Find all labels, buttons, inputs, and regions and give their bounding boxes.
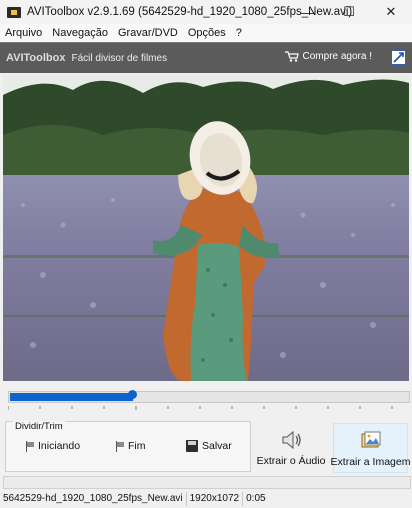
status-filename: 5642529-hd_1920_1080_25fps_New.avi (0, 492, 187, 506)
flag-end-icon (116, 440, 125, 452)
seek-thumb[interactable] (128, 390, 137, 399)
status-time: 0:05 (246, 493, 266, 504)
menu-gravar-dvd[interactable]: Gravar/DVD (113, 27, 183, 39)
minimize-button[interactable]: — (286, 0, 328, 24)
cart-icon (284, 51, 299, 62)
horizontal-scrollbar[interactable] (3, 476, 411, 489)
floppy-icon (186, 440, 198, 452)
image-icon (361, 431, 380, 448)
trim-group: Dividir/Trim Iniciando Fim Salvar (5, 421, 251, 472)
trim-start-label: Iniciando (38, 440, 81, 452)
seek-ticks (8, 406, 393, 410)
maximize-button[interactable]: ☐ (328, 0, 370, 24)
menu-opcoes[interactable]: Opções (183, 27, 231, 39)
brand-tagline: Fácil divisor de filmes (71, 52, 168, 64)
status-resolution: 1920x1072 (187, 492, 244, 506)
menu-help[interactable]: ? (231, 27, 247, 39)
extract-image-label: Extrair a Imagem (330, 456, 411, 468)
help-icon[interactable] (391, 50, 406, 65)
buy-now-label: Compre agora ! (302, 51, 372, 62)
flag-start-icon (26, 440, 35, 452)
save-label: Salvar (202, 440, 232, 452)
close-button[interactable]: ✕ (370, 0, 412, 24)
menu-bar: Arquivo Navegação Gravar/DVD Opções ? (0, 24, 412, 42)
menu-arquivo[interactable]: Arquivo (0, 27, 47, 39)
extract-image-button[interactable]: Extrair a Imagem (330, 423, 411, 473)
app-icon (7, 5, 21, 19)
video-frame (3, 75, 409, 381)
menu-navegacao[interactable]: Navegação (47, 27, 113, 39)
trim-end-label: Fim (128, 440, 146, 452)
extract-audio-label: Extrair o Áudio (256, 455, 326, 467)
video-preview[interactable] (3, 75, 409, 381)
speaker-icon (282, 430, 301, 450)
trim-start-button[interactable]: Iniciando (26, 440, 80, 452)
title-bar: AVIToolbox v2.9.1.69 (5642529-hd_1920_10… (0, 0, 412, 24)
seek-progress (10, 393, 133, 401)
save-button[interactable]: Salvar (186, 440, 232, 452)
status-bar: 5642529-hd_1920_1080_25fps_New.avi 1920x… (0, 490, 412, 508)
brand-name: AVIToolbox (6, 52, 66, 64)
trim-end-button[interactable]: Fim (116, 440, 146, 452)
trim-legend: Dividir/Trim (13, 421, 65, 432)
extract-audio-button[interactable]: Extrair o Áudio (256, 423, 326, 471)
buy-now-link[interactable]: Compre agora ! (284, 51, 372, 62)
brand-toolbar: AVIToolbox Fácil divisor de filmes Compr… (0, 42, 412, 73)
